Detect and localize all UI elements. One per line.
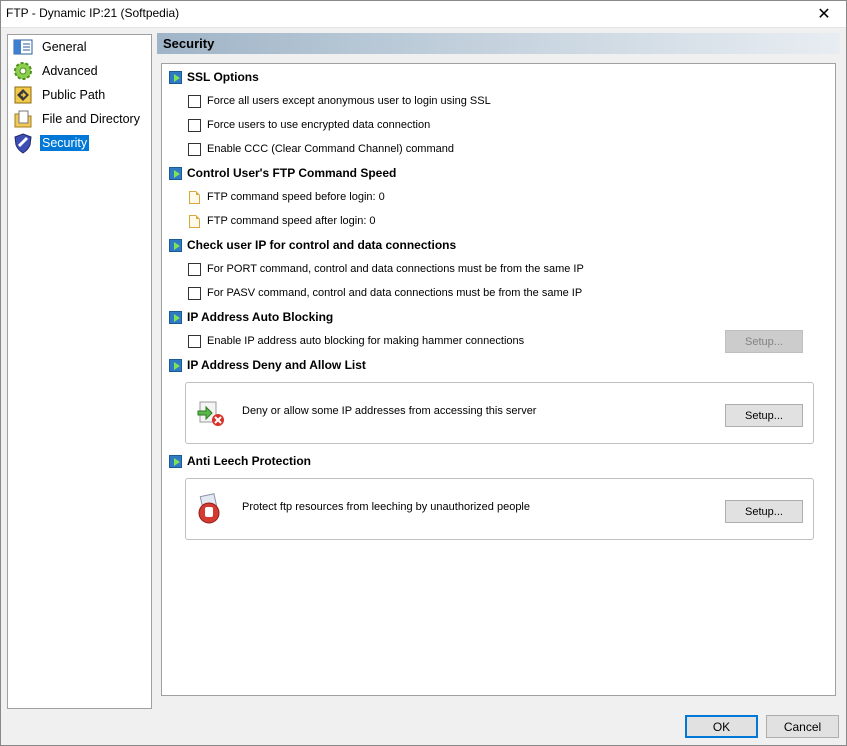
section-title: IP Address Auto Blocking [187,310,334,324]
section-check-ip: Check user IP for control and data conne… [169,236,456,254]
close-icon[interactable]: ✕ [801,0,847,28]
item-label: FTP command speed after login: 0 [207,215,376,227]
section-deny-allow: IP Address Deny and Allow List [169,356,366,374]
section-arrow-icon [169,238,182,252]
sidebar-item-label: Advanced [42,64,98,78]
sidebar-item-general[interactable]: General [12,36,88,58]
checkbox[interactable] [188,334,201,348]
ssl-encrypted-data-option[interactable]: Force users to use encrypted data connec… [188,117,430,133]
speed-before-login-item[interactable]: FTP command speed before login: 0 [188,189,385,205]
checkbox[interactable] [188,262,201,276]
anti-leech-description: Protect ftp resources from leeching by u… [242,501,530,513]
pasv-same-ip-option[interactable]: For PASV command, control and data conne… [188,285,582,301]
shield-icon [12,132,34,154]
cancel-button[interactable]: Cancel [766,715,839,738]
ssl-ccc-option[interactable]: Enable CCC (Clear Command Channel) comma… [188,141,454,157]
section-title: SSL Options [187,70,259,84]
window-title: FTP - Dynamic IP:21 (Softpedia) [6,6,180,20]
sidebar-item-label: Public Path [42,88,106,102]
gear-icon [12,60,34,82]
checkbox[interactable] [188,94,201,108]
sidebar-item-public-path[interactable]: Public Path [12,84,107,106]
section-ssl-options: SSL Options [169,68,259,86]
sidebar-item-label: File and Directory [42,112,140,126]
item-label: FTP command speed before login: 0 [207,191,385,203]
deny-allow-box: Deny or allow some IP addresses from acc… [185,382,814,444]
auto-blocking-setup-button[interactable]: Setup... [725,330,803,353]
page-header: Security [157,33,840,54]
option-label: Enable CCC (Clear Command Channel) comma… [207,143,454,155]
option-label: Force users to use encrypted data connec… [207,119,431,131]
ok-button[interactable]: OK [685,715,758,738]
security-panel: SSL Options Force all users except anony… [161,63,836,696]
section-arrow-icon [169,454,182,468]
section-title: Anti Leech Protection [187,454,312,468]
option-label: For PASV command, control and data conne… [207,287,583,299]
sidebar: General Advanced Public Path File and Di… [7,34,152,709]
option-label: Force all users except anonymous user to… [207,95,491,107]
checkbox[interactable] [188,286,201,300]
section-arrow-icon [169,358,182,372]
file-directory-icon [12,108,34,130]
general-icon [12,36,34,58]
section-title: Check user IP for control and data conne… [187,238,457,252]
public-path-icon [12,84,34,106]
section-command-speed: Control User's FTP Command Speed [169,164,396,182]
sidebar-item-advanced[interactable]: Advanced [12,60,100,82]
checkbox[interactable] [188,118,201,132]
title-bar: FTP - Dynamic IP:21 (Softpedia) ✕ [0,0,847,28]
page-icon [189,190,200,204]
sidebar-item-file-directory[interactable]: File and Directory [12,108,142,130]
speed-after-login-item[interactable]: FTP command speed after login: 0 [188,213,376,229]
option-label: For PORT command, control and data conne… [207,263,584,275]
anti-leech-box: Protect ftp resources from leeching by u… [185,478,814,540]
deny-allow-setup-button[interactable]: Setup... [725,404,803,427]
sidebar-item-label: Security [40,135,90,151]
section-arrow-icon [169,166,182,180]
section-arrow-icon [169,310,182,324]
ip-deny-icon [196,399,226,432]
section-anti-leech: Anti Leech Protection [169,452,311,470]
stop-hand-icon [194,493,226,528]
section-title: IP Address Deny and Allow List [187,358,366,372]
port-same-ip-option[interactable]: For PORT command, control and data conne… [188,261,584,277]
checkbox[interactable] [188,142,201,156]
anti-leech-setup-button[interactable]: Setup... [725,500,803,523]
page-icon [189,214,200,228]
section-title: Control User's FTP Command Speed [187,166,397,180]
option-label: Enable IP address auto blocking for maki… [207,335,525,347]
auto-blocking-option[interactable]: Enable IP address auto blocking for maki… [188,333,524,349]
page-title: Security [163,36,215,51]
section-arrow-icon [169,70,182,84]
sidebar-item-label: General [42,40,87,54]
ssl-force-login-option[interactable]: Force all users except anonymous user to… [188,93,491,109]
section-auto-blocking: IP Address Auto Blocking [169,308,333,326]
deny-allow-description: Deny or allow some IP addresses from acc… [242,405,537,417]
sidebar-item-security[interactable]: Security [12,132,90,154]
